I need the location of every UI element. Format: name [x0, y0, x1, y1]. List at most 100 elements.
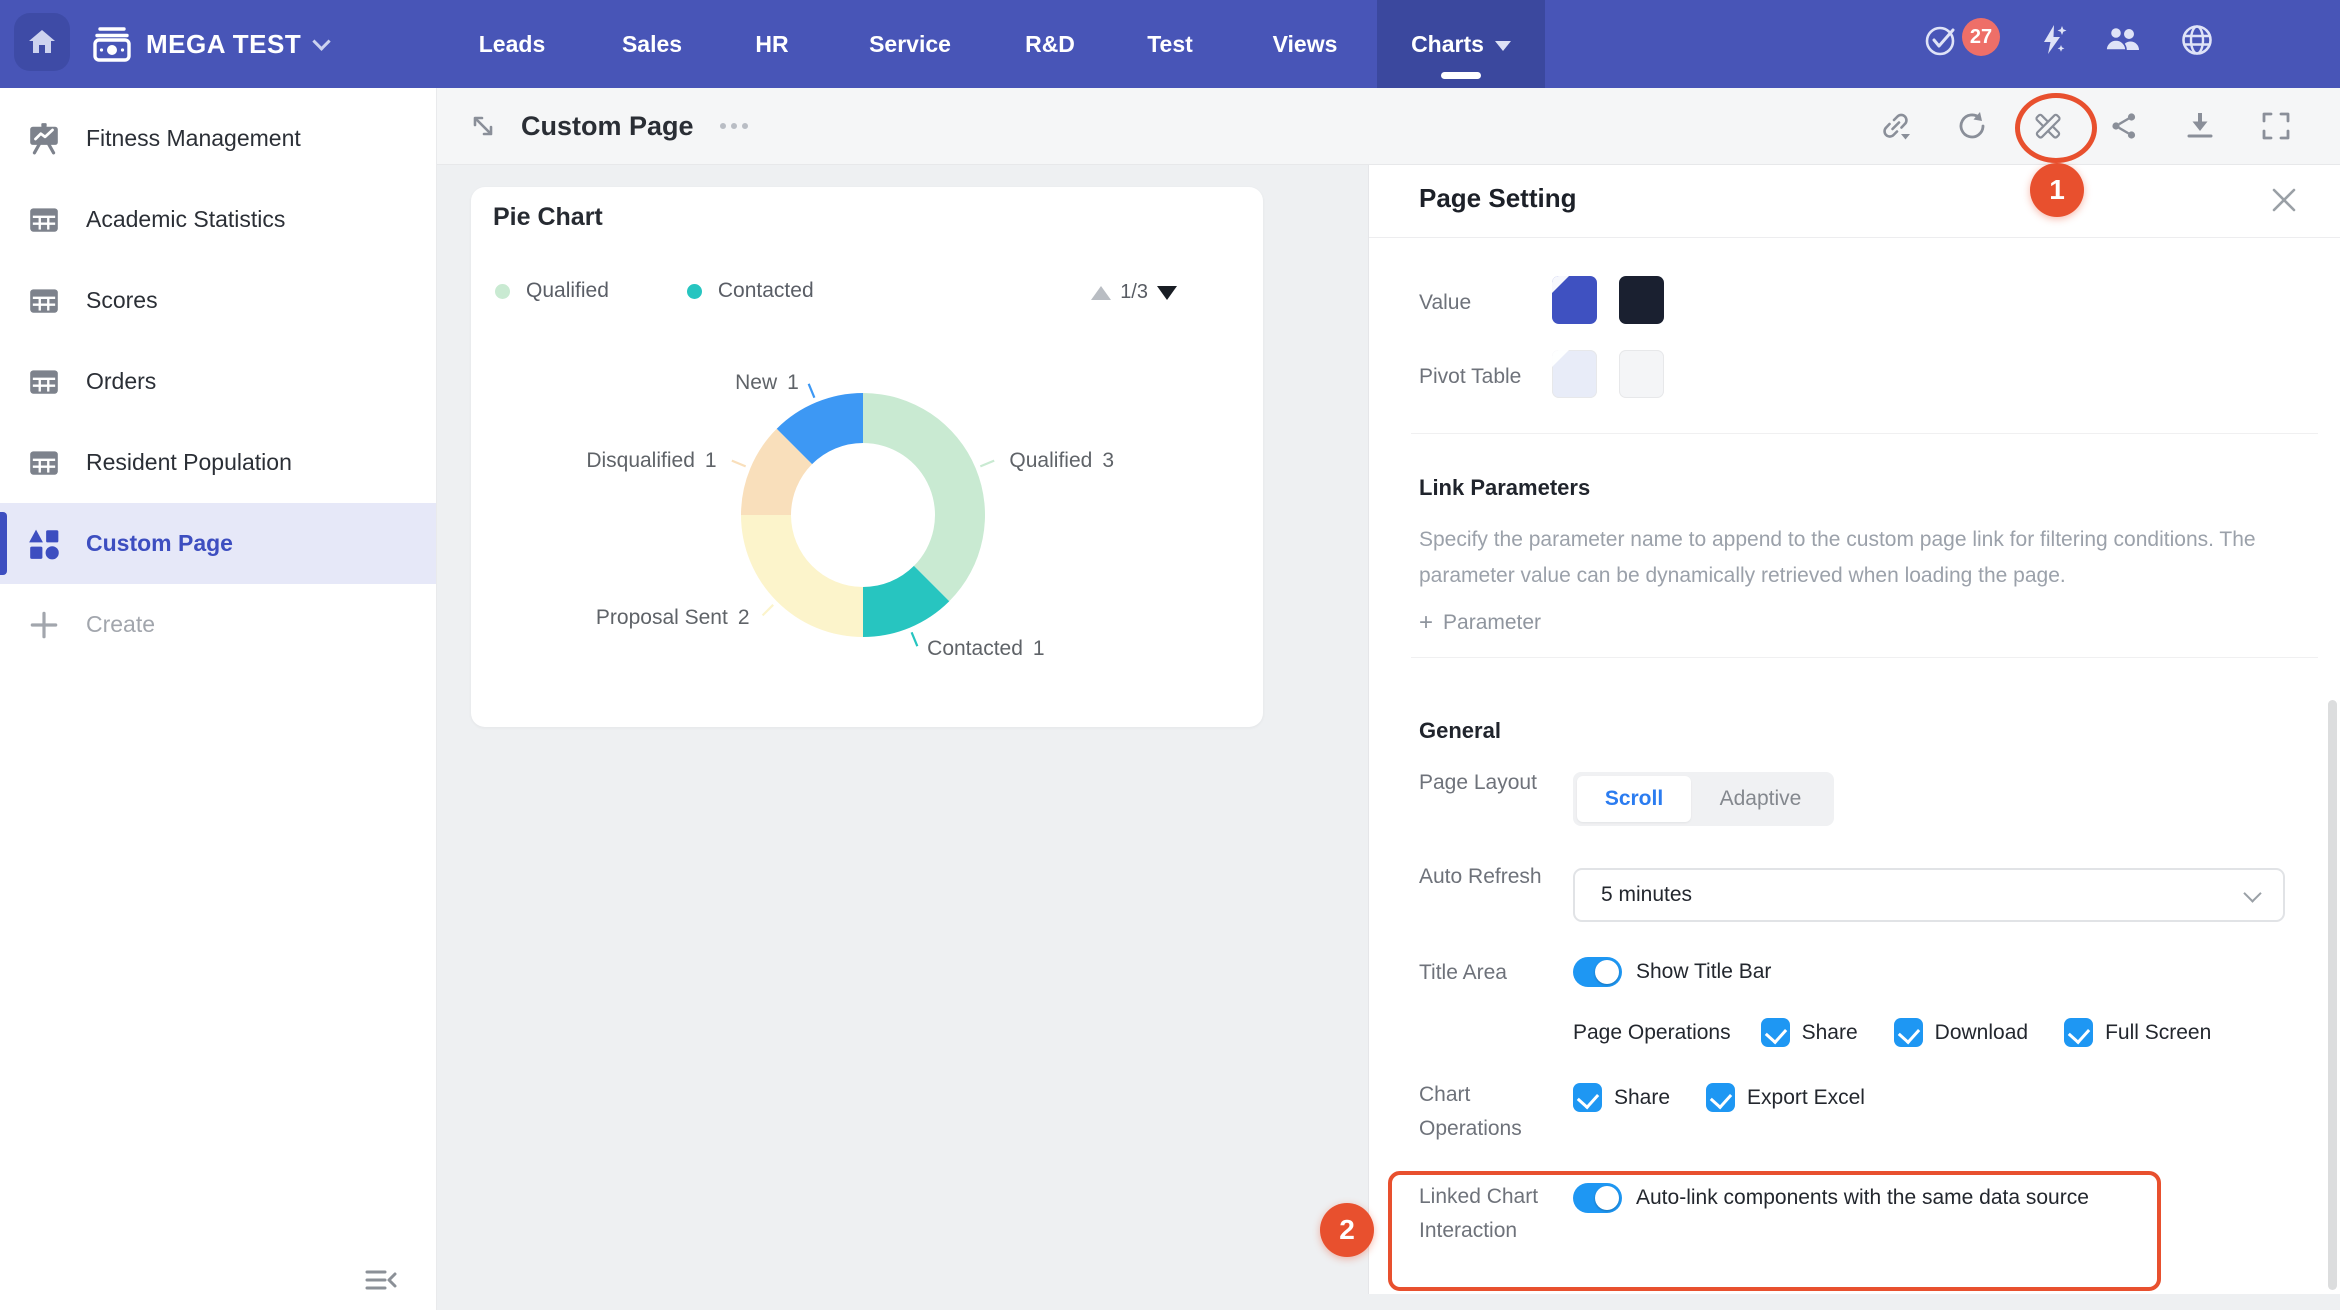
show-title-bar-toggle[interactable] [1573, 957, 1622, 987]
pivot-color-swatch-1[interactable] [1552, 350, 1597, 398]
pivot-color-swatch-2[interactable] [1619, 350, 1664, 398]
top-nav: MEGA TEST Leads Sales HR Service R&D Tes… [0, 0, 2340, 88]
pivot-swatches [1552, 350, 1664, 398]
checkbox-label: Download [1935, 1021, 2028, 1045]
more-options-icon[interactable] [720, 123, 748, 129]
sidebar-item-fitness-management[interactable]: Fitness Management [0, 98, 436, 179]
sidebar-item-label: Scores [86, 287, 158, 314]
sidebar-item-resident-population[interactable]: Resident Population [0, 422, 436, 503]
download-button[interactable] [2184, 110, 2216, 142]
plus-icon [27, 608, 61, 642]
check-circle-icon [1923, 22, 1959, 58]
auto-refresh-select[interactable]: 5 minutes [1573, 868, 2285, 922]
pie-label: Disqualified1 [586, 449, 716, 472]
nav-item-rd[interactable]: R&D [1025, 0, 1075, 88]
page-operations-row: Page Operations Share Download Full Scre… [1573, 1018, 2211, 1047]
add-parameter-button[interactable]: + Parameter [1419, 611, 1541, 635]
layout-option-scroll[interactable]: Scroll [1577, 776, 1691, 822]
pie-label: New1 [735, 371, 799, 394]
checkbox-chart-share[interactable]: Share [1573, 1083, 1670, 1112]
chevron-down-icon [313, 32, 331, 50]
checkbox-full-screen[interactable]: Full Screen [2064, 1018, 2211, 1047]
sidebar-item-scores[interactable]: Scores [0, 260, 436, 341]
nav-item-views[interactable]: Views [1273, 0, 1338, 88]
pie-label: Contacted1 [927, 637, 1044, 660]
nav-item-hr[interactable]: HR [755, 0, 788, 88]
plus-icon: + [1419, 611, 1433, 635]
show-title-bar-label: Show Title Bar [1636, 960, 1771, 984]
caret-down-icon [1495, 41, 1511, 51]
pie-label-line [809, 384, 815, 398]
nav-item-test[interactable]: Test [1147, 0, 1193, 88]
nav-item-sales[interactable]: Sales [622, 0, 682, 88]
pie-slice-qualified[interactable] [863, 393, 985, 601]
auto-link-toggle[interactable] [1573, 1183, 1622, 1213]
donut-chart[interactable]: Qualified3Contacted1Proposal Sent2Disqua… [471, 187, 1263, 727]
auto-refresh-label: Auto Refresh [1419, 860, 1569, 894]
page-layout-label: Page Layout [1419, 766, 1569, 800]
notification-badge[interactable]: 27 [1962, 18, 2000, 56]
checkbox-icon [1573, 1083, 1602, 1112]
linked-chart-row: Auto-link components with the same data … [1573, 1183, 2089, 1213]
page-toolbar: Custom Page [437, 88, 2340, 165]
pie-label-line [980, 461, 994, 467]
expand-diagonal-icon[interactable] [467, 110, 499, 142]
collapse-sidebar-button[interactable] [360, 1264, 402, 1298]
checkbox-export-excel[interactable]: Export Excel [1706, 1083, 1865, 1112]
sidebar-item-label: Academic Statistics [86, 206, 285, 233]
pie-label-line [912, 632, 918, 646]
layout-option-adaptive[interactable]: Adaptive [1691, 776, 1830, 822]
nav-item-leads[interactable]: Leads [479, 0, 545, 88]
collapse-menu-icon [364, 1267, 398, 1295]
users-icon [2104, 22, 2142, 58]
value-color-swatch-2[interactable] [1619, 276, 1664, 324]
chevron-down-icon [2243, 884, 2261, 902]
table-icon [27, 284, 61, 318]
table-icon [27, 365, 61, 399]
language-button[interactable] [2178, 21, 2216, 59]
sidebar: Fitness Management Academic Statistics S… [0, 88, 437, 1310]
checkbox-download[interactable]: Download [1894, 1018, 2028, 1047]
brand-name: MEGA TEST [146, 29, 301, 60]
sidebar-item-academic-statistics[interactable]: Academic Statistics [0, 179, 436, 260]
sidebar-item-label: Resident Population [86, 449, 292, 476]
add-parameter-label: Parameter [1443, 611, 1541, 635]
ai-assistant-button[interactable] [2034, 21, 2072, 59]
nav-item-service[interactable]: Service [869, 0, 951, 88]
annotation-step-1: 1 [2030, 163, 2084, 217]
checkbox-icon [2064, 1018, 2093, 1047]
globe-icon [2179, 22, 2215, 58]
panel-scrollbar[interactable] [2328, 700, 2337, 1290]
panel-title: Page Setting [1419, 183, 1576, 214]
sidebar-item-orders[interactable]: Orders [0, 341, 436, 422]
fullscreen-button[interactable] [2260, 110, 2292, 142]
value-color-swatch-1[interactable] [1552, 276, 1597, 324]
title-area-label: Title Area [1419, 956, 1569, 990]
value-label: Value [1419, 286, 1569, 320]
link-filter-button[interactable] [1880, 110, 1912, 142]
active-tab-underline [1441, 72, 1481, 79]
sidebar-item-create[interactable]: Create [0, 584, 436, 665]
checkbox-label: Full Screen [2105, 1021, 2211, 1045]
sidebar-item-label: Create [86, 611, 155, 638]
tasks-approval-button[interactable] [1922, 21, 1960, 59]
pie-slice-proposal-sent[interactable] [741, 515, 863, 637]
dashboard-icon [27, 122, 61, 156]
auto-refresh-value: 5 minutes [1601, 883, 1692, 907]
pie-label-line [763, 605, 774, 616]
page-operations-label: Page Operations [1573, 1021, 1731, 1045]
edit-tools-button[interactable] [2032, 110, 2064, 142]
sidebar-item-custom-page[interactable]: Custom Page [0, 503, 436, 584]
members-button[interactable] [2104, 21, 2142, 59]
refresh-button[interactable] [1956, 110, 1988, 142]
workspace-switcher[interactable]: MEGA TEST [92, 0, 328, 88]
close-icon[interactable] [2267, 183, 2301, 217]
share-button[interactable] [2108, 110, 2140, 142]
divider [1411, 657, 2318, 658]
nav-item-charts-active[interactable]: Charts [1377, 0, 1545, 88]
home-button[interactable] [14, 13, 70, 71]
pie-label-line [732, 461, 746, 467]
shapes-icon [27, 527, 61, 561]
checkbox-share[interactable]: Share [1761, 1018, 1858, 1047]
auto-link-label: Auto-link components with the same data … [1636, 1186, 2089, 1210]
